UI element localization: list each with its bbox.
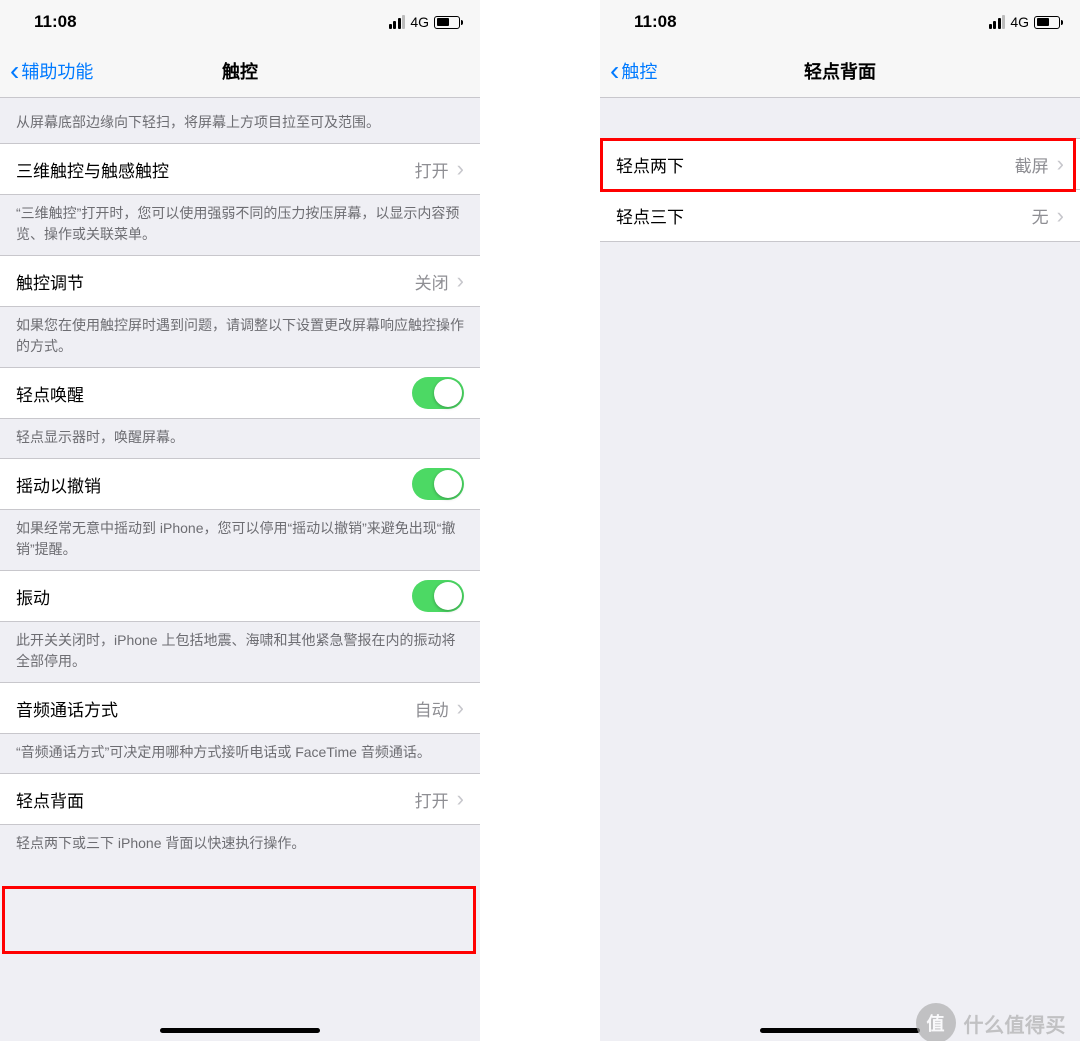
row-call-audio-routing[interactable]: 音频通话方式 自动 › — [0, 682, 480, 734]
battery-icon — [1034, 16, 1060, 29]
network-label: 4G — [1010, 14, 1029, 30]
toggle-vibration[interactable] — [412, 580, 464, 612]
signal-icon — [389, 15, 406, 29]
nav-bar: ‹ 触控 轻点背面 — [600, 44, 1080, 98]
row-label: 触控调节 — [16, 269, 84, 294]
row-back-tap[interactable]: 轻点背面 打开 › — [0, 773, 480, 825]
chevron-right-icon: › — [457, 270, 464, 292]
watermark: 值 什么值得买 — [916, 1003, 1067, 1041]
caption-3d-touch: “三维触控”打开时，您可以使用强弱不同的压力按压屏幕，以显示内容预览、操作或关联… — [0, 195, 480, 255]
chevron-right-icon: › — [1057, 205, 1064, 227]
caption-back-tap: 轻点两下或三下 iPhone 背面以快速执行操作。 — [0, 825, 480, 864]
home-indicator[interactable] — [160, 1028, 320, 1033]
row-label: 轻点背面 — [16, 787, 84, 812]
chevron-right-icon: › — [457, 158, 464, 180]
phone-screen-touch-settings: 11:08 4G ‹ 辅助功能 触控 从屏幕底部边缘向下轻扫，将屏幕上方项目拉至… — [0, 0, 480, 1041]
status-bar: 11:08 4G — [0, 0, 480, 44]
row-label: 三维触控与触感触控 — [16, 157, 169, 182]
caption-reachability: 从屏幕底部边缘向下轻扫，将屏幕上方项目拉至可及范围。 — [0, 98, 480, 143]
highlight-back-tap — [2, 886, 476, 954]
home-indicator[interactable] — [760, 1028, 920, 1033]
row-label: 摇动以撤销 — [16, 472, 101, 497]
chevron-right-icon: › — [457, 788, 464, 810]
watermark-badge-icon: 值 — [916, 1003, 956, 1041]
toggle-tap-to-wake[interactable] — [412, 377, 464, 409]
back-label: 辅助功能 — [21, 58, 93, 84]
row-vibration[interactable]: 振动 — [0, 570, 480, 622]
status-time: 11:08 — [634, 12, 677, 32]
signal-icon — [989, 15, 1006, 29]
row-value: 打开 — [415, 787, 449, 812]
row-label: 轻点三下 — [616, 203, 684, 228]
row-shake-to-undo[interactable]: 摇动以撤销 — [0, 458, 480, 510]
row-double-tap[interactable]: 轻点两下 截屏 › — [600, 138, 1080, 190]
caption-tap-to-wake: 轻点显示器时，唤醒屏幕。 — [0, 419, 480, 458]
chevron-right-icon: › — [1057, 153, 1064, 175]
back-button-accessibility[interactable]: ‹ 辅助功能 — [10, 57, 93, 85]
row-touch-accommodations[interactable]: 触控调节 关闭 › — [0, 255, 480, 307]
row-value: 打开 — [415, 157, 449, 182]
nav-bar: ‹ 辅助功能 触控 — [0, 44, 480, 98]
caption-call-audio-routing: “音频通话方式”可决定用哪种方式接听电话或 FaceTime 音频通话。 — [0, 734, 480, 773]
back-button-touch[interactable]: ‹ 触控 — [610, 57, 657, 85]
network-label: 4G — [410, 14, 429, 30]
page-title: 触控 — [222, 58, 258, 84]
row-value: 自动 — [415, 696, 449, 721]
row-label: 振动 — [16, 584, 50, 609]
status-indicators: 4G — [989, 14, 1060, 30]
row-value: 关闭 — [415, 269, 449, 294]
status-indicators: 4G — [389, 14, 460, 30]
row-tap-to-wake[interactable]: 轻点唤醒 — [0, 367, 480, 419]
chevron-left-icon: ‹ — [610, 57, 619, 85]
caption-touch-accommodations: 如果您在使用触控屏时遇到问题，请调整以下设置更改屏幕响应触控操作的方式。 — [0, 307, 480, 367]
caption-shake-to-undo: 如果经常无意中摇动到 iPhone，您可以停用“摇动以撤销”来避免出现“撤销”提… — [0, 510, 480, 570]
page-title: 轻点背面 — [804, 58, 876, 84]
chevron-right-icon: › — [457, 697, 464, 719]
row-label: 轻点唤醒 — [16, 381, 84, 406]
chevron-left-icon: ‹ — [10, 57, 19, 85]
status-bar: 11:08 4G — [600, 0, 1080, 44]
battery-icon — [434, 16, 460, 29]
toggle-shake-to-undo[interactable] — [412, 468, 464, 500]
back-label: 触控 — [621, 58, 657, 84]
row-triple-tap[interactable]: 轻点三下 无 › — [600, 190, 1080, 242]
row-3d-touch[interactable]: 三维触控与触感触控 打开 › — [0, 143, 480, 195]
row-label: 音频通话方式 — [16, 696, 118, 721]
row-value: 无 — [1032, 203, 1049, 228]
phone-screen-back-tap-settings: 11:08 4G ‹ 触控 轻点背面 轻点两下 截屏 › 轻点三下 无 › — [600, 0, 1080, 1041]
row-value: 截屏 — [1015, 152, 1049, 177]
watermark-text: 什么值得买 — [964, 1009, 1067, 1038]
caption-vibration: 此开关关闭时，iPhone 上包括地震、海啸和其他紧急警报在内的振动将全部停用。 — [0, 622, 480, 682]
status-time: 11:08 — [34, 12, 77, 32]
row-label: 轻点两下 — [616, 152, 684, 177]
